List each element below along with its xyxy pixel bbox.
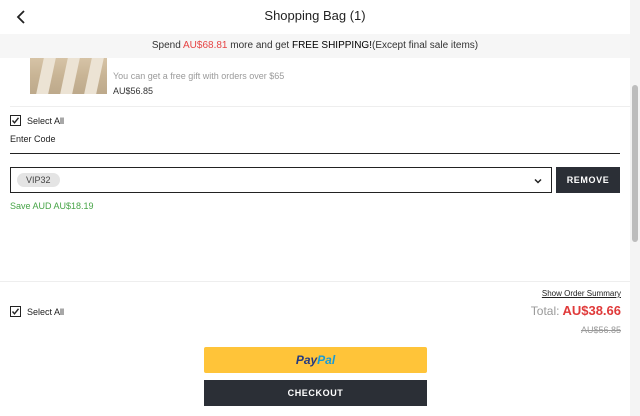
paypal-button[interactable]: PayPal [204,347,427,373]
cart-item: You can get a free gift with orders over… [0,58,630,102]
order-total: Total: AU$38.66 [531,303,621,318]
select-all-checkbox-bottom[interactable] [10,306,21,317]
coupon-savings-text: Save AUD AU$18.19 [10,201,94,211]
product-thumbnail[interactable] [30,58,107,94]
select-all-label-top: Select All [27,116,65,126]
banner-highlight: FREE SHIPPING! [291,40,372,51]
total-amount: AU$38.66 [562,303,621,318]
banner-middle: more and get [227,40,292,51]
banner-prefix: Spend [151,40,183,51]
scrollbar-thumb[interactable] [632,85,638,242]
paypal-logo-part2: Pal [317,353,336,367]
remove-coupon-button[interactable]: REMOVE [556,167,620,193]
header-bar: Shopping Bag (1) [0,0,630,34]
page-title: Shopping Bag (1) [264,8,366,23]
banner-suffix: (Except final sale items) [371,40,479,51]
divider [0,281,630,282]
original-price: AU$56.85 [580,325,621,335]
coupon-code-select[interactable]: VIP32 [10,167,552,193]
chevron-down-icon [534,178,542,184]
checkmark-icon [11,308,20,315]
coupon-code-chip: VIP32 [17,173,60,187]
banner-amount: AU$68.81 [183,40,228,51]
enter-code-heading: Enter Code [10,134,56,144]
total-label: Total: [530,304,560,318]
divider [10,106,630,107]
free-shipping-banner: Spend AU$68.81 more and get FREE SHIPPIN… [0,34,630,58]
code-divider [10,153,620,154]
checkmark-icon [11,117,20,124]
checkout-button[interactable]: CHECKOUT [204,380,427,406]
paypal-logo-part1: Pay [295,353,318,367]
show-order-summary-link[interactable]: Show Order Summary [542,289,621,298]
select-all-checkbox-top[interactable] [10,115,21,126]
product-price: AU$56.85 [113,86,154,96]
select-all-label-bottom: Select All [27,307,65,317]
free-gift-note: You can get a free gift with orders over… [113,71,285,81]
